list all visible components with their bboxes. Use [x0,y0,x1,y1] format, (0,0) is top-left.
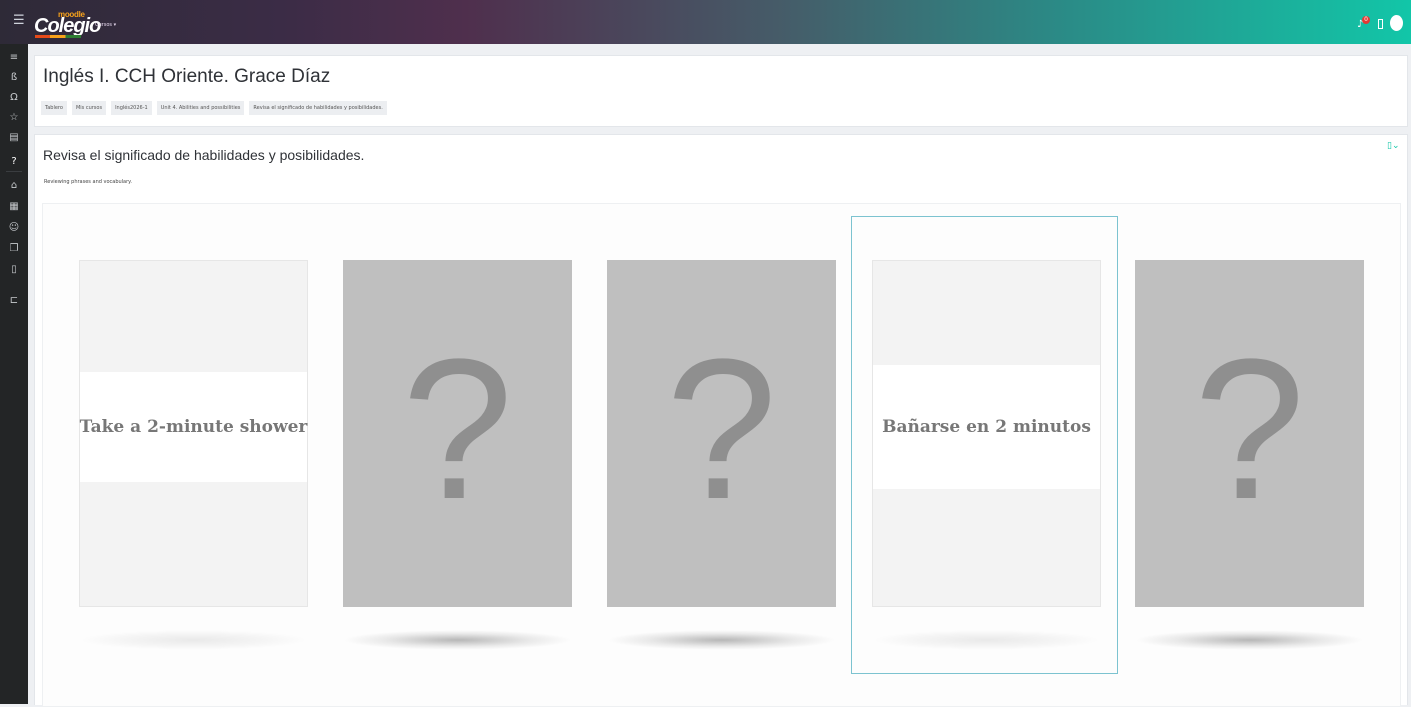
breadcrumb-item-activity[interactable]: Revisa el significado de habilidades y p… [249,101,387,115]
top-navbar: ☰ moodle Colegio Cursos ▾ ♪ 0 [0,0,1411,44]
user-icon[interactable]: ☺ [8,222,20,234]
notification-badge: 0 [1362,16,1370,24]
badge-icon[interactable]: ß [8,72,20,84]
flashcard-text-band: Bañarse en 2 minutos [873,365,1100,489]
notifications-button[interactable]: ♪ 0 [1357,16,1370,30]
card-shadow [79,630,308,650]
user-avatar[interactable] [1390,15,1403,31]
question-mark-icon: ? [401,318,514,541]
card-shadow [1135,630,1364,650]
flashcard-text-band: Take a 2-minute shower [80,372,307,482]
toc-icon[interactable]: ≡ [8,52,20,64]
flashcard-text: Take a 2-minute shower [79,417,308,437]
star-icon[interactable]: ☆ [8,112,20,124]
activity-description: Reviewing phrases and vocabulary. [44,179,133,185]
bell-outline-icon[interactable]: Ω [8,92,20,104]
flashcard-4[interactable]: Bañarse en 2 minutos [872,260,1101,607]
calendar-icon[interactable]: ▦ [8,201,20,213]
files-icon[interactable]: ❐ [8,243,20,255]
flashcard-2[interactable]: ? [343,260,572,607]
flashcard-text: Bañarse en 2 minutos [882,417,1091,437]
flashcard-3[interactable]: ? [607,260,836,607]
breadcrumb-item-mis-cursos[interactable]: Mis cursos [71,101,107,115]
messages-icon[interactable] [1378,19,1383,29]
card-shadow [343,630,572,650]
sidebar-divider [6,171,22,172]
left-sidebar: ≡ ß Ω ☆ ▤ ? ⌂ ▦ ☺ ❐ ▯ ⊏ [0,44,28,704]
cursos-dropdown[interactable]: Cursos ▾ [95,22,116,28]
breadcrumb: Tablero Mis cursos Inglés2026-1 Unit 4. Abi… [41,101,392,115]
book-icon[interactable]: ▤ [8,132,20,144]
card-shadow [607,630,836,650]
folder-icon[interactable]: ⊏ [8,295,20,307]
question-mark-icon: ? [665,318,778,541]
logo-stripe [35,35,81,38]
breadcrumb-item-course[interactable]: Inglés2026-1 [111,101,152,115]
breadcrumb-item-unit[interactable]: Unit 4. Abilities and possibilities [156,101,245,115]
page-title: Inglés I. CCH Oriente. Grace Díaz [43,66,331,87]
breadcrumb-item-tablero[interactable]: Tablero [41,101,67,115]
page-header: Inglés I. CCH Oriente. Grace Díaz Tabler… [34,55,1408,127]
help-icon[interactable]: ? [8,156,20,168]
hamburger-menu-icon[interactable]: ☰ [13,14,25,28]
flashcard-5[interactable]: ? [1135,260,1364,607]
site-logo[interactable]: moodle Colegio [34,10,101,38]
card-menu-icon[interactable]: ▯⌄ [1387,141,1400,151]
home-icon[interactable]: ⌂ [8,180,20,192]
clipboard-icon[interactable]: ▯ [8,264,20,276]
question-mark-icon: ? [1193,318,1306,541]
activity-title: Revisa el significado de habilidades y p… [43,147,365,163]
card-shadow [872,630,1101,650]
flashcard-1[interactable]: Take a 2-minute shower [79,260,308,607]
